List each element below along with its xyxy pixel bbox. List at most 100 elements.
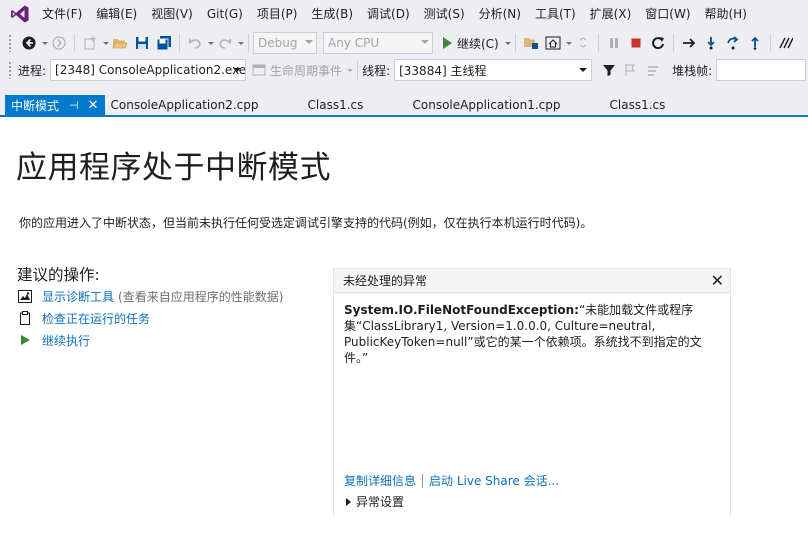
exception-panel-title: 未经处理的异常	[343, 274, 428, 288]
save-button[interactable]	[131, 32, 153, 54]
stack-frame-label: 堆栈帧:	[672, 63, 713, 78]
chevron-down-icon[interactable]	[504, 41, 511, 45]
step-into-button[interactable]	[700, 32, 722, 54]
toolbar-separator	[248, 34, 249, 52]
toolbar-separator	[74, 34, 75, 52]
continue-execution-link[interactable]: 继续执行	[42, 332, 90, 349]
suggested-actions-heading: 建议的操作:	[17, 266, 100, 284]
menu-item[interactable]: 工具(T)	[528, 0, 583, 28]
tab-consoleapplication1-cpp[interactable]: ConsoleApplication1.cpp	[413, 95, 610, 115]
save-all-button[interactable]	[153, 32, 175, 54]
tab-label: Class1.cs	[307, 98, 364, 112]
open-file-button[interactable]	[109, 32, 131, 54]
solution-platform-value: Any CPU	[328, 36, 380, 50]
menu-item[interactable]: Git(G)	[200, 0, 250, 28]
menu-item[interactable]: 调试(D)	[360, 0, 417, 28]
hot-reload-button[interactable]	[775, 32, 797, 54]
process-label: 进程:	[18, 63, 47, 78]
thread-value: [33884] 主线程	[399, 63, 487, 78]
tab-class1-cs[interactable]: Class1.cs	[308, 95, 413, 115]
menu-item[interactable]: 项目(P)	[250, 0, 305, 28]
navigate-back-button[interactable]	[18, 32, 40, 54]
exception-type: System.IO.FileNotFoundException:	[344, 303, 579, 317]
break-mode-page: 应用程序处于中断模式 你的应用进入了中断状态，但当前未执行任何受选定调试引擎支持…	[0, 117, 808, 545]
menu-bar: 文件(F) 编辑(E) 视图(V) Git(G) 项目(P) 生成(B) 调试(D) 测试(S…	[0, 0, 808, 28]
break-all-button[interactable]	[603, 32, 625, 54]
menu-item[interactable]: 扩展(X)	[583, 0, 639, 28]
clipboard-icon	[18, 311, 32, 325]
exception-panel-header: 未经处理的异常 ✕	[334, 269, 730, 293]
copy-details-link[interactable]: 复制详细信息	[344, 472, 416, 489]
check-running-tasks-link[interactable]: 检查正在运行的任务	[42, 310, 150, 327]
standard-toolbar: Debug Any CPU 继续(C)	[0, 30, 808, 56]
tab-break-mode[interactable]: 中断模式 ⊣ ✕	[5, 95, 105, 115]
visual-studio-logo-icon[interactable]	[0, 0, 40, 28]
exception-panel-body: System.IO.FileNotFoundException:“未能加载文件或…	[334, 294, 730, 516]
solution-configuration-value: Debug	[258, 36, 298, 50]
solution-configuration-combo[interactable]: Debug	[253, 32, 317, 54]
debug-location-toolbar: 进程: [2348] ConsoleApplication2.exe 生命周期事…	[0, 57, 808, 83]
step-out-button[interactable]	[744, 32, 766, 54]
pin-icon[interactable]: ⊣	[69, 99, 79, 112]
menu-item[interactable]: 帮助(H)	[698, 0, 754, 28]
process-select[interactable]: [2348] ConsoleApplication2.exe	[50, 59, 247, 81]
stop-debugging-button[interactable]	[625, 32, 647, 54]
redo-button[interactable]	[214, 32, 236, 54]
action-check-running-tasks: 检查正在运行的任务	[18, 309, 150, 327]
chevron-down-icon[interactable]	[238, 41, 244, 45]
tab-label: ConsoleApplication2.cpp	[110, 98, 259, 112]
exception-settings-label: 异常设置	[356, 495, 405, 509]
show-diagnostic-tools-link[interactable]: 显示诊断工具	[42, 288, 114, 305]
stack-frame-select[interactable]	[716, 59, 807, 81]
menu-item[interactable]: 生成(B)	[304, 0, 360, 28]
close-icon[interactable]: ✕	[711, 271, 724, 290]
chevron-down-icon	[305, 40, 313, 44]
exception-links: 复制详细信息 启动 Live Share 会话...	[344, 472, 559, 489]
continue-button[interactable]: 继续(C)	[439, 32, 503, 54]
tab-label: Class1.cs	[609, 98, 666, 112]
menu-item[interactable]: 视图(V)	[144, 0, 200, 28]
tab-label: ConsoleApplication1.cpp	[412, 98, 561, 112]
flag-thread-icon[interactable]	[620, 59, 642, 81]
play-icon	[18, 333, 32, 347]
document-tab-strip: 中断模式 ⊣ ✕ ConsoleApplication2.cpp Class1.…	[0, 95, 808, 117]
thread-select[interactable]: [33884] 主线程	[394, 59, 593, 81]
undo-button[interactable]	[184, 32, 206, 54]
show-diagnostic-tools-hint: (查看来自应用程序的性能数据)	[118, 289, 284, 304]
toolbar-grip[interactable]	[8, 34, 12, 52]
lifecycle-events-button[interactable]: 生命周期事件	[252, 62, 354, 79]
menu-item[interactable]: 窗口(W)	[638, 0, 697, 28]
menu-item[interactable]: 编辑(E)	[89, 0, 144, 28]
diagnostics-icon	[18, 289, 32, 303]
filter-icon[interactable]	[598, 59, 620, 81]
link-separator	[422, 473, 424, 488]
play-icon	[443, 37, 452, 49]
menu-item[interactable]: 分析(N)	[472, 0, 528, 28]
toolbar-separator	[597, 34, 599, 52]
new-project-button[interactable]	[79, 32, 101, 54]
toolbar-options-button[interactable]	[572, 32, 594, 54]
navigate-forward-button[interactable]	[48, 32, 70, 54]
home-button[interactable]	[542, 32, 564, 54]
menu-item[interactable]: 文件(F)	[40, 0, 89, 28]
show-flagged-threads-icon[interactable]	[642, 59, 664, 81]
restart-button[interactable]	[647, 32, 669, 54]
toolbar-grip[interactable]	[8, 61, 12, 79]
toolbar-separator	[769, 34, 771, 52]
solution-platform-combo[interactable]: Any CPU	[323, 32, 433, 54]
thread-label: 线程:	[362, 63, 391, 78]
menu-item[interactable]: 测试(S)	[417, 0, 472, 28]
toolbar-separator	[357, 61, 359, 79]
continue-label: 继续(C)	[457, 36, 499, 51]
start-live-share-link[interactable]: 启动 Live Share 会话...	[429, 472, 559, 489]
solution-explorer-button[interactable]	[520, 32, 542, 54]
action-continue-execution: 继续执行	[18, 331, 90, 349]
close-icon[interactable]: ✕	[88, 98, 99, 113]
exception-message[interactable]: System.IO.FileNotFoundException:“未能加载文件或…	[344, 302, 714, 366]
exception-settings-toggle[interactable]: 异常设置	[344, 493, 404, 510]
tab-consoleapplication2-cpp[interactable]: ConsoleApplication2.cpp	[111, 95, 308, 115]
show-next-statement-button[interactable]	[678, 32, 700, 54]
tab-class1-cs-2[interactable]: Class1.cs	[610, 95, 700, 115]
step-over-button[interactable]	[722, 32, 744, 54]
page-description: 你的应用进入了中断状态，但当前未执行任何受选定调试引擎支持的代码(例如，仅在执行…	[19, 216, 593, 230]
